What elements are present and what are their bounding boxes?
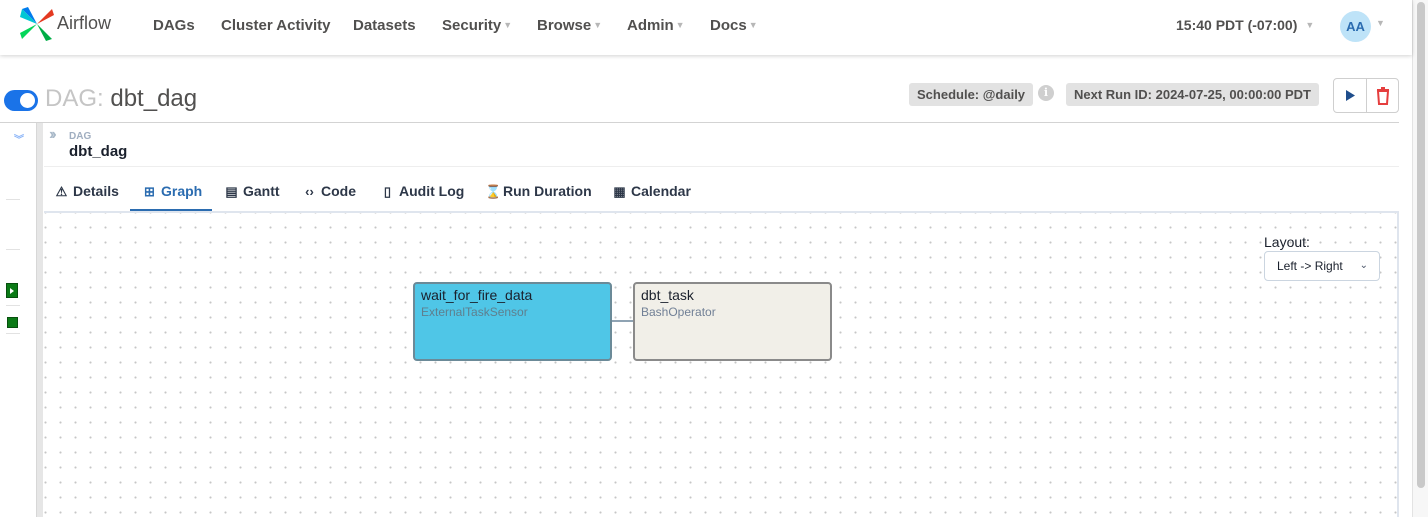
timezone-clock[interactable]: 15:40 PDT (-07:00) ▼ <box>1176 17 1314 33</box>
chevron-down-icon: ▼ <box>593 20 603 30</box>
nav-browse-label: Browse <box>537 17 592 34</box>
toggle-knob <box>20 93 35 108</box>
tab-graph-label: Graph <box>161 183 203 199</box>
hourglass-icon: ⌛ <box>485 184 502 199</box>
nav-browse[interactable]: Browse ▼ <box>537 17 602 34</box>
dag-title-prefix: DAG: <box>45 85 104 112</box>
tab-calendar-label: Calendar <box>631 183 691 199</box>
play-icon <box>1346 90 1355 101</box>
header-divider <box>0 122 1399 123</box>
panel-resize-handle[interactable] <box>36 123 43 517</box>
task-node-name: dbt_task <box>641 287 694 303</box>
schedule-badge: Schedule: @daily <box>909 83 1034 106</box>
code-icon: ‹› <box>305 184 314 199</box>
calendar-icon: ▦ <box>613 184 626 199</box>
tab-code-label: Code <box>321 183 356 199</box>
tab-details-label: Details <box>73 183 119 199</box>
grid-divider <box>6 249 20 250</box>
task-node-operator: ExternalTaskSensor <box>421 305 528 319</box>
grid-divider <box>6 333 20 334</box>
grid-divider <box>6 199 20 200</box>
breadcrumb-divider <box>44 166 1399 167</box>
dag-action-buttons <box>1333 78 1399 113</box>
task-instance-success[interactable] <box>7 317 18 328</box>
next-run-badge: Next Run ID: 2024-07-25, 00:00:00 PDT <box>1066 83 1319 106</box>
dag-title: DAG: dbt_dag <box>45 85 197 113</box>
nav-security-label: Security <box>442 17 502 34</box>
nav-datasets[interactable]: Datasets <box>353 17 416 34</box>
layout-select[interactable]: Left -> Right ⌄ <box>1264 251 1380 281</box>
info-icon[interactable]: i <box>1038 85 1054 101</box>
nav-docs-label: Docs <box>710 17 747 34</box>
grid-divider <box>6 305 20 306</box>
layout-select-value: Left -> Right <box>1277 259 1343 273</box>
graph-canvas[interactable] <box>44 213 1399 517</box>
dag-run-bar[interactable] <box>6 283 18 298</box>
tab-code[interactable]: ‹› Code <box>303 183 356 199</box>
tab-calendar[interactable]: ▦ Calendar <box>613 183 691 200</box>
chevron-down-icon: ▼ <box>503 20 513 30</box>
layout-label: Layout: <box>1264 234 1310 250</box>
task-node-dbt-task[interactable]: dbt_task BashOperator <box>633 282 832 361</box>
trash-icon <box>1376 87 1390 105</box>
tab-run-duration[interactable]: ⌛ Run Duration <box>485 183 592 200</box>
clock-text: 15:40 PDT (-07:00) <box>1176 17 1298 33</box>
breadcrumb-value[interactable]: dbt_dag <box>69 143 127 160</box>
tab-graph[interactable]: ⊞ Graph <box>143 183 202 200</box>
airflow-logo-icon[interactable] <box>18 5 56 43</box>
dag-title-id[interactable]: dbt_dag <box>110 85 197 112</box>
chevron-down-icon: ▼ <box>1305 20 1315 30</box>
tab-gantt[interactable]: ▤ Gantt <box>225 183 280 200</box>
tab-audit-log[interactable]: ▯ Audit Log <box>381 183 464 200</box>
chevron-down-icon[interactable]: ▼ <box>1376 18 1385 28</box>
scrollbar-thumb[interactable] <box>1417 2 1425 488</box>
task-node-wait-for-fire-data[interactable]: wait_for_fire_data ExternalTaskSensor <box>413 282 612 361</box>
expand-panel-icon[interactable]: ›› <box>49 126 56 144</box>
gantt-icon: ▤ <box>225 184 238 199</box>
tab-details[interactable]: ⚠ Details <box>55 183 119 200</box>
chevron-down-icon: ▼ <box>748 20 758 30</box>
chevrons-down-icon[interactable]: ︾ <box>14 131 24 146</box>
nav-admin-label: Admin <box>627 17 674 34</box>
nav-security[interactable]: Security ▼ <box>442 17 512 34</box>
brand-name[interactable]: Airflow <box>57 13 111 34</box>
nav-dags[interactable]: DAGs <box>153 17 195 34</box>
nav-docs[interactable]: Docs ▼ <box>710 17 758 34</box>
nav-cluster-activity-label: Cluster Activity <box>221 17 331 34</box>
nav-admin[interactable]: Admin ▼ <box>627 17 685 34</box>
nav-dags-label: DAGs <box>153 17 195 34</box>
breadcrumb-label: DAG <box>69 131 92 142</box>
chevron-down-icon: ▼ <box>675 20 685 30</box>
trigger-dag-button[interactable] <box>1334 79 1366 112</box>
page-scrollbar[interactable] <box>1412 0 1428 517</box>
warning-icon: ⚠ <box>55 184 68 199</box>
graph-edge <box>612 320 633 322</box>
nav-cluster-activity[interactable]: Cluster Activity <box>221 17 330 34</box>
task-node-operator: BashOperator <box>641 305 716 319</box>
delete-dag-button[interactable] <box>1367 79 1399 112</box>
tab-gantt-label: Gantt <box>243 183 280 199</box>
tab-run-duration-label: Run Duration <box>503 183 592 199</box>
top-navbar: Airflow DAGs Cluster Activity Datasets S… <box>0 0 1412 55</box>
nav-datasets-label: Datasets <box>353 17 416 34</box>
task-node-name: wait_for_fire_data <box>421 287 533 303</box>
tab-audit-log-label: Audit Log <box>399 183 465 199</box>
user-avatar[interactable]: AA <box>1340 11 1371 42</box>
dag-pause-toggle[interactable] <box>4 90 38 111</box>
audit-log-icon: ▯ <box>383 184 392 199</box>
chevron-down-icon: ⌄ <box>1359 260 1368 271</box>
graph-icon: ⊞ <box>144 184 155 199</box>
